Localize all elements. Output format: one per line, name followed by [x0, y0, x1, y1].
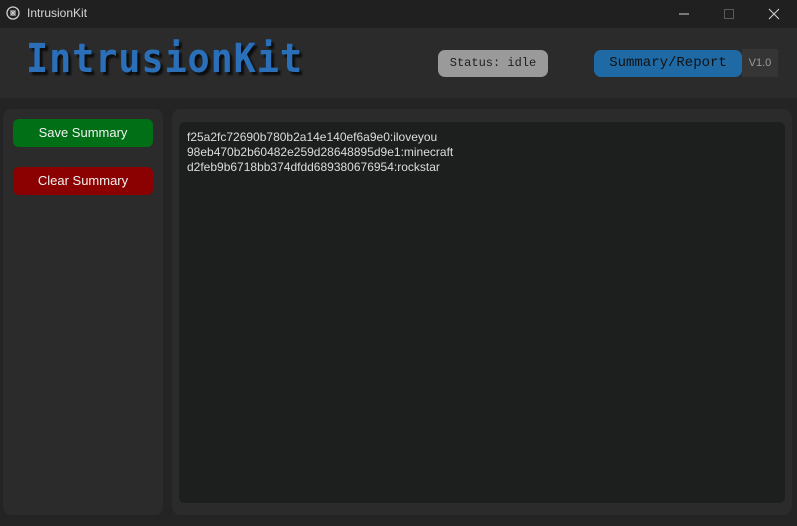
summary-line: d2feb9b6718bb374dfdd689380676954:rocksta…	[187, 160, 440, 174]
status-badge: Status: idle	[438, 50, 548, 77]
header-bar: IntrusionKit Status: idle Summary/Report…	[0, 28, 797, 98]
close-button[interactable]	[751, 0, 797, 28]
clear-summary-button[interactable]: Clear Summary	[13, 167, 153, 195]
maximize-icon	[724, 9, 734, 19]
version-label: V1.0	[742, 49, 778, 77]
summary-line: 98eb470b2b60482e259d28648895d9e1:minecra…	[187, 145, 454, 159]
summary-textbox[interactable]: f25a2fc72690b780b2a14e140ef6a9e0:iloveyo…	[179, 122, 785, 503]
summary-panel: f25a2fc72690b780b2a14e140ef6a9e0:iloveyo…	[172, 109, 792, 515]
minimize-icon	[679, 13, 689, 15]
summary-line: f25a2fc72690b780b2a14e140ef6a9e0:iloveyo…	[187, 130, 438, 144]
save-summary-button[interactable]: Save Summary	[13, 119, 153, 147]
app-window: IntrusionKit IntrusionKit Status: idle S…	[0, 0, 797, 526]
window-title: IntrusionKit	[27, 6, 88, 20]
tab-summary-report[interactable]: Summary/Report	[594, 50, 742, 77]
minimize-button[interactable]	[661, 0, 707, 28]
title-bar[interactable]: IntrusionKit	[0, 0, 797, 28]
app-logo: IntrusionKit	[26, 36, 303, 82]
sidebar: Save Summary Clear Summary	[3, 109, 163, 515]
app-icon	[6, 6, 20, 20]
summary-text: f25a2fc72690b780b2a14e140ef6a9e0:iloveyo…	[187, 130, 453, 175]
close-icon	[768, 8, 780, 20]
maximize-button[interactable]	[706, 0, 752, 28]
